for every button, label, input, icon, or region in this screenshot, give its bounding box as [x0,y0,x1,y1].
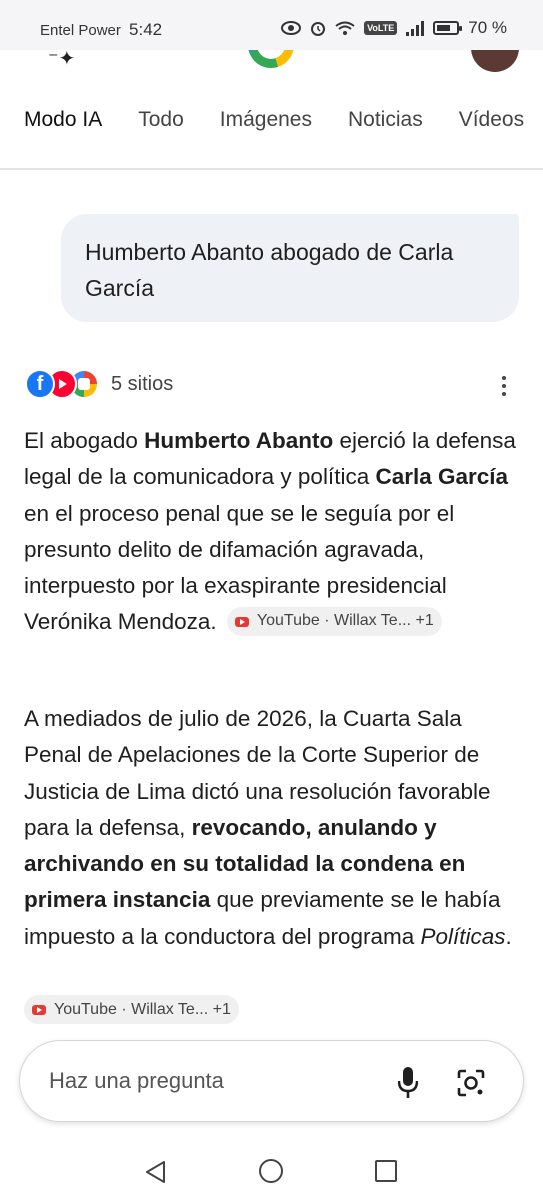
ask-input-bar: Haz una pregunta [19,1040,524,1122]
ask-input[interactable]: Haz una pregunta [49,1068,224,1094]
source-chip-label: YouTube · Willax Te... +1 [256,612,434,630]
recent-apps-icon[interactable] [375,1160,397,1182]
avatar[interactable] [471,50,519,72]
answer-text: El abogado [24,428,145,453]
ai-sparkle-icon[interactable]: ⁻✦ [48,50,75,71]
answer-italic-text: Políticas [420,923,506,949]
answer-paragraph-1: El abogado Humberto Abanto ejerció la de… [24,423,524,641]
search-tabs: Modo IA Todo Imágenes Noticias Vídeos [24,108,543,132]
tab-noticias[interactable]: Noticias [348,108,423,132]
youtube-icon [234,616,249,627]
alarm-icon [311,22,326,36]
wifi-icon [335,21,355,35]
answer-bold-text: Carla García [375,464,509,490]
source-chip-label: YouTube · Willax Te... +1 [54,1000,231,1018]
battery-label: 70 % [468,18,507,37]
source-chip[interactable]: YouTube · Willax Te... +1 [226,607,442,637]
eye-icon [281,21,302,35]
tab-imagenes[interactable]: Imágenes [220,108,312,132]
answer-bold-text: Humberto Abanto [144,428,334,453]
top-app-bar: ⁻✦ [0,50,543,80]
source-chip[interactable]: YouTube · Willax Te... +1 [24,995,239,1024]
home-icon[interactable] [259,1159,283,1183]
signal-icon [406,20,425,36]
tab-videos[interactable]: Vídeos [459,108,524,132]
more-options-icon[interactable] [502,376,508,400]
tab-todo[interactable]: Todo [138,108,184,132]
camera-search-icon[interactable] [457,1069,485,1097]
volte-badge: VoLTE [364,21,398,35]
user-query-text: Humberto Abanto abogado de Carla García [85,239,454,301]
user-query-bubble: Humberto Abanto abogado de Carla García [61,214,519,322]
sources-count: 5 sitios [111,372,174,395]
status-left: Entel Power 5:42 [40,20,162,40]
youtube-icon [32,1004,46,1015]
battery-icon [433,21,463,35]
carrier-label: Entel Power [40,22,121,39]
sources-button[interactable]: f 5 sitios [25,369,173,399]
answer-paragraph-2: A mediados de julio de 2026, la Cuarta S… [24,701,524,955]
back-icon[interactable] [144,1160,166,1184]
facebook-icon: f [25,369,55,399]
status-bar: Entel Power 5:42 VoLTE 70 % [0,0,543,50]
microphone-icon[interactable] [398,1067,418,1099]
tab-modo-ia[interactable]: Modo IA [24,108,102,132]
status-icons: VoLTE 70 % [281,18,507,38]
system-nav-bar [0,1140,543,1200]
answer-text: . [505,923,512,949]
tabs-divider [0,168,543,170]
google-logo-icon[interactable] [248,50,294,68]
clock: 5:42 [129,20,163,39]
